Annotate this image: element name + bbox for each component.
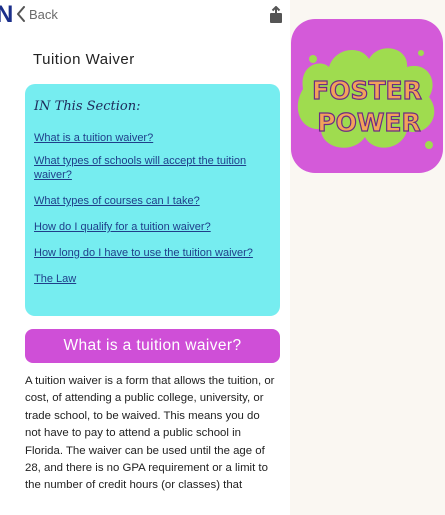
toc-link-schools[interactable]: What types of schools will accept the tu…	[34, 154, 272, 182]
corner-logo-letter: N	[0, 1, 14, 28]
section-header-label: What is a tuition waiver?	[63, 337, 242, 354]
toc-heading: IN This Section:	[34, 99, 141, 114]
nav-bar: Back	[0, 0, 290, 30]
corner-logo: N	[0, 0, 18, 30]
app-icon-line1: FOSTER	[312, 76, 422, 105]
toc-link-courses[interactable]: What types of courses can I take?	[34, 194, 200, 208]
toc-link-what-is[interactable]: What is a tuition waiver?	[34, 131, 153, 145]
toc-link-the-law[interactable]: The Law	[34, 272, 76, 286]
foster-power-logo: FOSTER POWER	[297, 48, 435, 149]
back-button[interactable]: Back	[16, 6, 58, 22]
share-icon[interactable]	[268, 6, 284, 24]
toc-link-how-long[interactable]: How long do I have to use the tuition wa…	[34, 246, 253, 260]
page-title: Tuition Waiver	[33, 51, 135, 68]
body-paragraph: A tuition waiver is a form that allows t…	[25, 375, 275, 492]
section-toc: IN This Section: What is a tuition waive…	[25, 84, 280, 316]
back-label: Back	[29, 6, 58, 22]
app-icon-line2: POWER	[317, 108, 420, 137]
foster-power-app-icon: FOSTER POWER	[291, 19, 443, 173]
section-header: What is a tuition waiver?	[25, 329, 280, 363]
toc-link-qualify[interactable]: How do I qualify for a tuition waiver?	[34, 220, 211, 234]
phone-screen: Back N Tuition Waiver IN This Section: W…	[0, 0, 290, 515]
toc-link-list: What is a tuition waiver? What types of …	[34, 128, 272, 287]
